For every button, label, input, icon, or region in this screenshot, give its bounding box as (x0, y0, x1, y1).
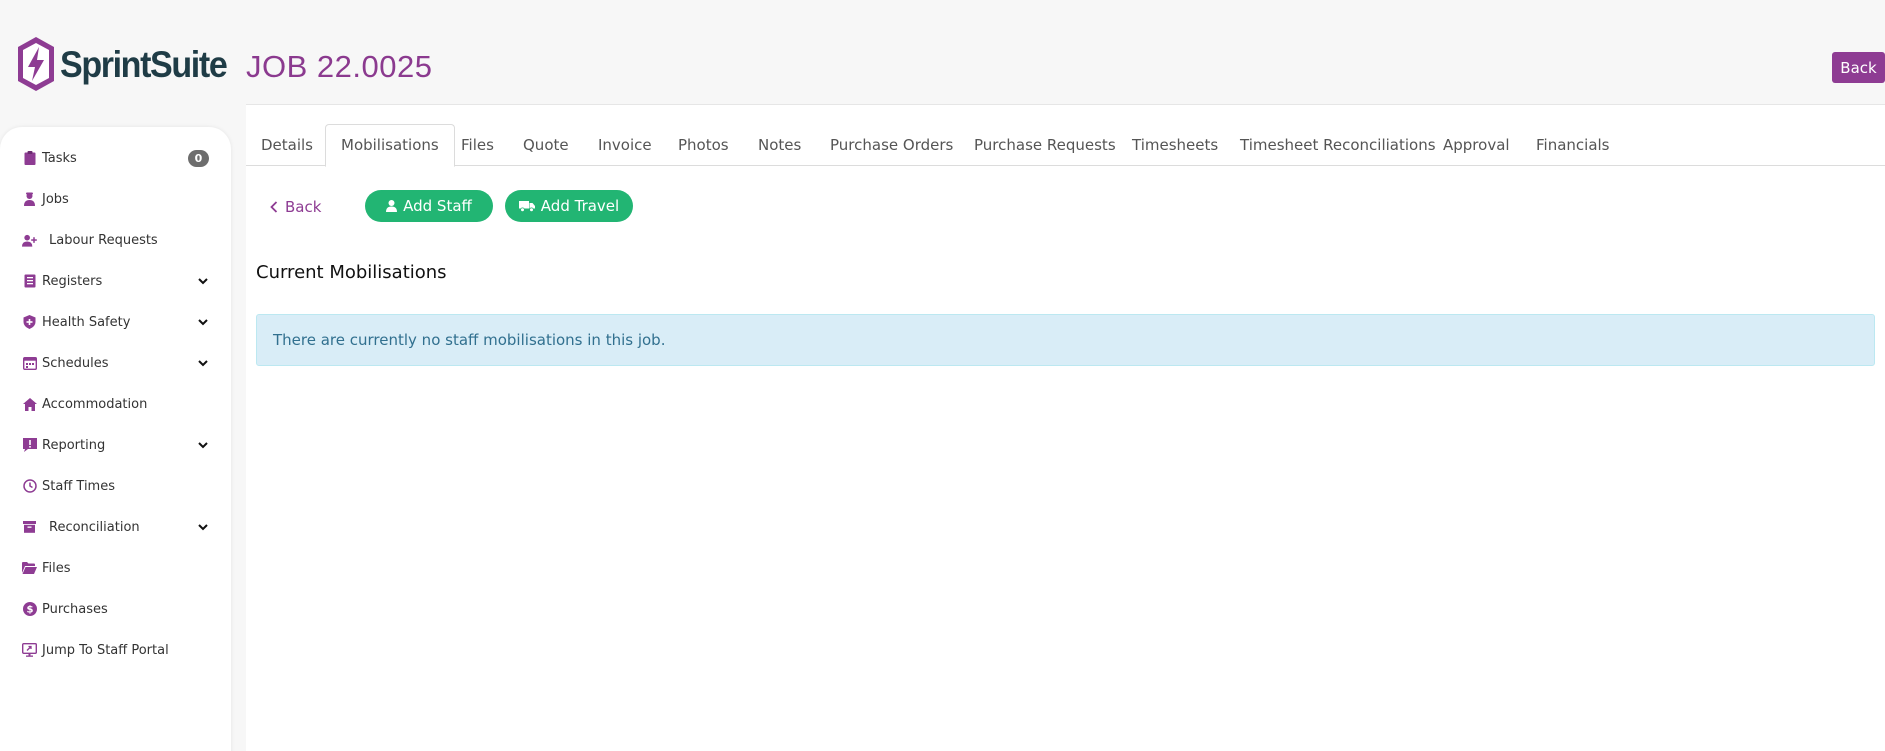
sidebar-item-label: Schedules (42, 355, 109, 371)
sidebar: Tasks 0 Jobs Labour Requests Registers H… (0, 127, 231, 751)
header-back-button[interactable]: Back (1832, 52, 1885, 83)
add-staff-button[interactable]: Add Staff (365, 190, 493, 222)
tab-financials[interactable]: Financials (1521, 124, 1625, 166)
sidebar-item-label: Jump To Staff Portal (42, 642, 169, 658)
brand-logo[interactable]: SprintSuite (16, 36, 241, 92)
sidebar-item-label: Reconciliation (49, 519, 140, 535)
sidebar-item-labour-requests[interactable]: Labour Requests (0, 223, 231, 257)
brand-name: SprintSuite (60, 43, 228, 85)
section-title: Current Mobilisations (256, 262, 447, 283)
sidebar-item-reporting[interactable]: Reporting (0, 428, 231, 462)
add-staff-label: Add Staff (403, 197, 472, 215)
sidebar-item-health-safety[interactable]: Health Safety (0, 305, 231, 339)
chevron-down-icon[interactable] (197, 316, 209, 328)
add-travel-label: Add Travel (540, 197, 620, 215)
truck-icon (518, 201, 535, 212)
svg-text:$: $ (26, 605, 33, 616)
tab-timesheet-reconciliations[interactable]: Timesheet Reconciliations (1225, 124, 1451, 166)
tab-approval[interactable]: Approval (1428, 124, 1525, 166)
tab-notes[interactable]: Notes (743, 124, 816, 166)
sidebar-item-accommodation[interactable]: Accommodation (0, 387, 231, 421)
user-icon (386, 200, 398, 212)
sidebar-item-tasks[interactable]: Tasks 0 (0, 141, 231, 175)
tab-details[interactable]: Details (246, 124, 328, 166)
tab-timesheets[interactable]: Timesheets (1117, 124, 1233, 166)
sidebar-item-files[interactable]: Files (0, 551, 231, 585)
sidebar-item-schedules[interactable]: Schedules (0, 346, 231, 380)
archive-icon (22, 520, 37, 535)
empty-state-alert: There are currently no staff mobilisatio… (256, 314, 1875, 366)
chevron-down-icon[interactable] (197, 439, 209, 451)
add-travel-button[interactable]: Add Travel (505, 190, 633, 222)
clipboard-icon (22, 151, 37, 166)
sidebar-item-label: Jobs (42, 191, 69, 207)
sidebar-item-label: Reporting (42, 437, 106, 453)
chevron-down-icon[interactable] (197, 275, 209, 287)
sidebar-item-label: Health Safety (42, 314, 131, 330)
back-link-label: Back (285, 198, 322, 216)
home-icon (22, 397, 37, 412)
sidebar-item-label: Files (42, 560, 71, 576)
sidebar-item-jobs[interactable]: Jobs (0, 182, 231, 216)
chevron-down-icon[interactable] (197, 357, 209, 369)
tab-mobilisations[interactable]: Mobilisations (325, 124, 455, 167)
back-link[interactable]: Back (270, 198, 321, 216)
tab-invoice[interactable]: Invoice (583, 124, 667, 166)
chevron-down-icon[interactable] (197, 521, 209, 533)
clock-icon (22, 479, 37, 494)
sidebar-item-label: Tasks (42, 150, 77, 166)
tab-quote[interactable]: Quote (508, 124, 584, 166)
sidebar-item-label: Staff Times (42, 478, 115, 494)
sprintsuite-logo-icon (18, 37, 54, 91)
sidebar-item-staff-times[interactable]: Staff Times (0, 469, 231, 503)
sidebar-item-jump-to-staff-portal[interactable]: Jump To Staff Portal (0, 633, 231, 667)
book-icon (22, 274, 37, 289)
tasks-count-badge: 0 (188, 149, 209, 167)
user-plus-icon (22, 233, 37, 248)
worker-icon (22, 192, 37, 207)
sidebar-item-label: Labour Requests (49, 232, 158, 248)
calendar-icon (22, 356, 37, 371)
sidebar-item-label: Registers (42, 273, 103, 289)
job-tabs: Details Mobilisations Files Quote Invoic… (246, 124, 1885, 167)
tab-purchase-requests[interactable]: Purchase Requests (959, 124, 1131, 166)
dollar-icon: $ (22, 602, 37, 617)
page-title: JOB 22.0025 (246, 49, 433, 84)
tab-photos[interactable]: Photos (663, 124, 744, 166)
sidebar-item-purchases[interactable]: $ Purchases (0, 592, 231, 626)
tab-files[interactable]: Files (446, 124, 509, 166)
folder-icon (22, 561, 37, 576)
tab-purchase-orders[interactable]: Purchase Orders (815, 124, 968, 166)
alert-report-icon (22, 438, 37, 453)
main-content: Details Mobilisations Files Quote Invoic… (246, 105, 1885, 751)
sidebar-item-registers[interactable]: Registers (0, 264, 231, 298)
chevron-left-icon (270, 201, 278, 213)
portal-icon (22, 643, 37, 658)
sidebar-item-label: Purchases (42, 601, 108, 617)
shield-icon (22, 315, 37, 330)
sidebar-item-reconciliation[interactable]: Reconciliation (0, 510, 231, 544)
sidebar-item-label: Accommodation (42, 396, 148, 412)
